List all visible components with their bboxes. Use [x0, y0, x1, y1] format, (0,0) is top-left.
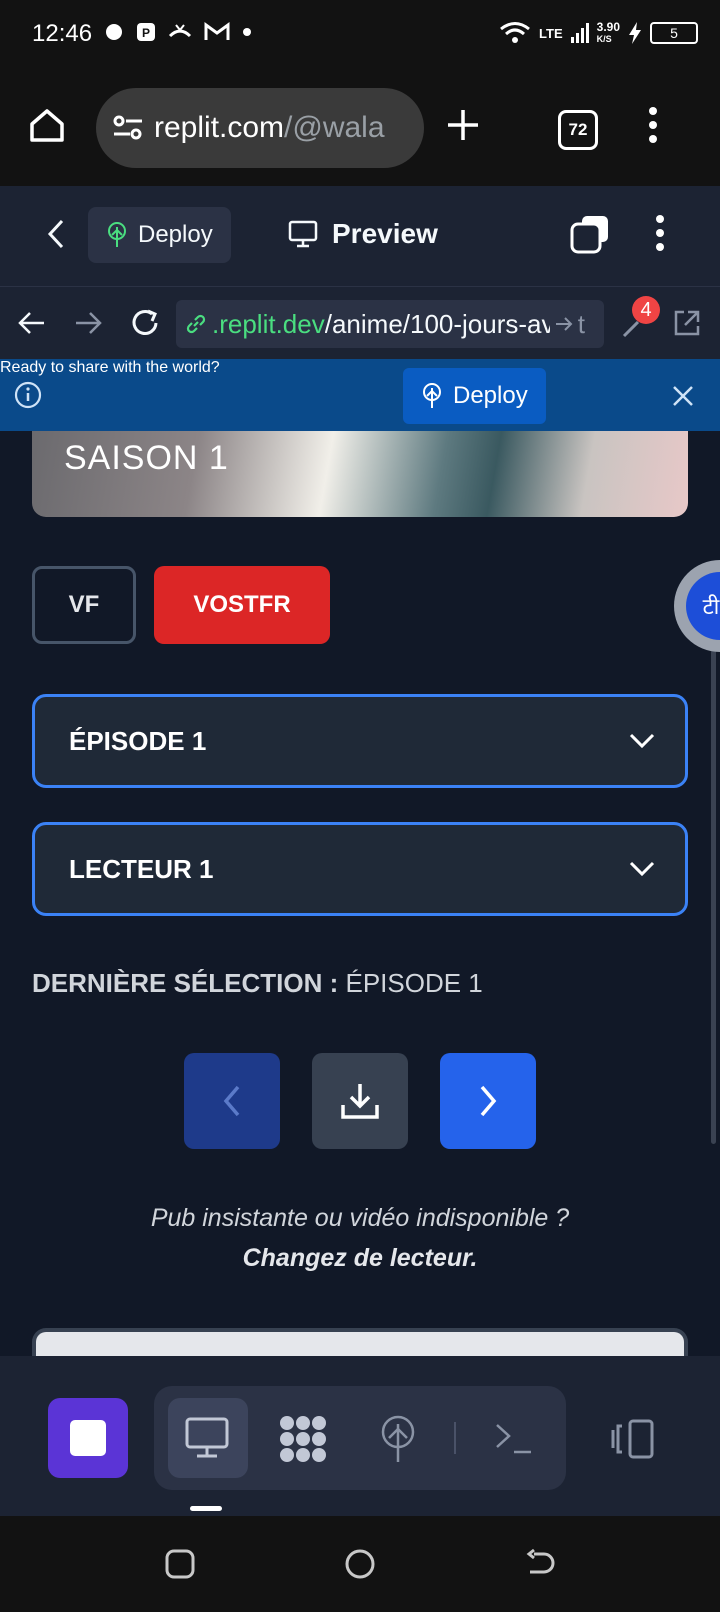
network-type: LTE	[539, 25, 563, 41]
recents-icon[interactable]	[164, 1548, 196, 1580]
address-text[interactable]: replit.com/@wala	[154, 111, 404, 145]
deploy-icon	[106, 222, 128, 248]
webview-back-icon[interactable]	[18, 310, 46, 336]
hint-line-2: Changez de lecteur.	[242, 1244, 478, 1272]
signal-icon	[570, 22, 589, 44]
webview-url-bar[interactable]: .replit.dev/anime/100-jours-ava t	[176, 300, 604, 348]
address-bar[interactable]: replit.com/@wala	[96, 88, 424, 168]
site-settings-icon[interactable]	[112, 113, 144, 143]
back-chevron-icon[interactable]	[44, 218, 68, 250]
active-tab-indicator	[190, 1506, 222, 1511]
episode-select[interactable]: ÉPISODE 1	[32, 694, 688, 788]
wifi-icon	[499, 20, 531, 46]
url-path: /@wala	[284, 111, 385, 144]
last-selection-label: DERNIÈRE SÉLECTION :	[32, 968, 339, 998]
preview-label: Preview	[332, 218, 438, 249]
banner-deploy-icon	[421, 383, 443, 409]
player-hint: Pub insistante ou vidéo indisponible ? C…	[0, 1198, 720, 1278]
download-icon	[340, 1081, 380, 1121]
url-arrow-icon	[554, 314, 574, 334]
back-nav-icon[interactable]	[524, 1548, 556, 1580]
banner-close-icon[interactable]	[672, 385, 694, 407]
banner-deploy-label: Deploy	[453, 382, 528, 409]
banner-message: Ready to share with the world?	[0, 359, 220, 376]
webview-url-tail: t	[577, 308, 585, 339]
preview-tool-icon[interactable]	[184, 1416, 230, 1460]
new-tab-icon[interactable]	[445, 107, 481, 143]
system-icons: LTE 3.90 K/S 5	[499, 20, 698, 46]
preview-tab[interactable]: Preview	[288, 218, 438, 250]
episode-select-value: ÉPISODE 1	[69, 725, 207, 756]
player-select-value: LECTEUR 1	[69, 853, 214, 884]
download-button[interactable]	[312, 1053, 408, 1149]
floating-widget-label: टी	[686, 572, 720, 640]
browser-menu-icon[interactable]	[648, 106, 658, 144]
home-icon[interactable]	[28, 106, 66, 144]
stop-button[interactable]	[48, 1398, 128, 1478]
open-external-icon[interactable]	[672, 308, 702, 338]
webview-forward-icon[interactable]	[74, 310, 102, 336]
floating-translate-widget[interactable]: टी	[674, 560, 720, 652]
deploy-tool-icon[interactable]	[378, 1414, 418, 1464]
last-selection-value: ÉPISODE 1	[345, 968, 483, 998]
previous-episode-button[interactable]	[184, 1053, 280, 1149]
tool-divider	[454, 1422, 456, 1454]
season-title: SAISON 1	[64, 439, 229, 477]
workflows-icon[interactable]	[278, 1414, 328, 1464]
missed-call-icon	[168, 22, 192, 42]
hint-line-1: Pub insistante ou vidéo indisponible ?	[150, 1204, 570, 1232]
battery-icon: 5	[650, 22, 698, 44]
home-nav-icon[interactable]	[344, 1548, 376, 1580]
banner-deploy-button[interactable]: Deploy	[403, 368, 546, 424]
webview-url-domain: .replit.dev	[212, 308, 325, 339]
page-scrollbar[interactable]	[711, 650, 716, 1144]
app-p-icon: P	[136, 22, 156, 42]
dot-icon	[242, 27, 252, 37]
chevron-left-icon	[222, 1084, 242, 1118]
charging-icon	[628, 22, 642, 44]
gmail-icon	[204, 22, 230, 42]
net-speed: 3.90 K/S	[597, 21, 620, 45]
svg-text:P: P	[142, 26, 150, 40]
link-icon	[184, 312, 208, 336]
layout-toggle-icon[interactable]	[608, 1418, 656, 1460]
next-episode-button[interactable]	[440, 1053, 536, 1149]
url-host: replit.com	[154, 111, 285, 144]
monitor-icon	[288, 220, 318, 248]
lang-vostfr-button[interactable]: VOSTFR	[154, 566, 330, 644]
chevron-right-icon	[478, 1084, 498, 1118]
shell-icon[interactable]	[494, 1422, 534, 1456]
status-bar: 12:46 P LTE 3.90 K/S 5	[0, 0, 720, 72]
tab-switcher-button[interactable]: 72	[558, 110, 598, 150]
status-time: 12:46	[32, 20, 93, 47]
stop-icon	[70, 1420, 106, 1456]
header-deploy-button[interactable]: Deploy	[88, 207, 231, 263]
webview-url-path: /anime/100-jours-ava	[324, 308, 550, 339]
reload-icon[interactable]	[130, 308, 160, 338]
notification-icons: P	[104, 22, 252, 42]
player-select[interactable]: LECTEUR 1	[32, 822, 688, 916]
last-selection: DERNIÈRE SÉLECTION : ÉPISODE 1	[32, 968, 483, 999]
tabs-icon[interactable]	[570, 214, 610, 254]
chevron-down-icon	[629, 861, 655, 877]
net-speed-unit: K/S	[596, 34, 612, 44]
header-menu-icon[interactable]	[655, 214, 665, 252]
lang-vf-button[interactable]: VF	[32, 566, 136, 644]
net-speed-value: 3.90	[596, 20, 620, 34]
chevron-down-icon	[629, 733, 655, 749]
devtools-badge: 4	[632, 296, 660, 324]
info-icon	[14, 381, 42, 409]
season-hero-image: SAISON 1	[32, 431, 688, 517]
header-deploy-label: Deploy	[138, 221, 213, 248]
android-icon	[104, 22, 124, 42]
